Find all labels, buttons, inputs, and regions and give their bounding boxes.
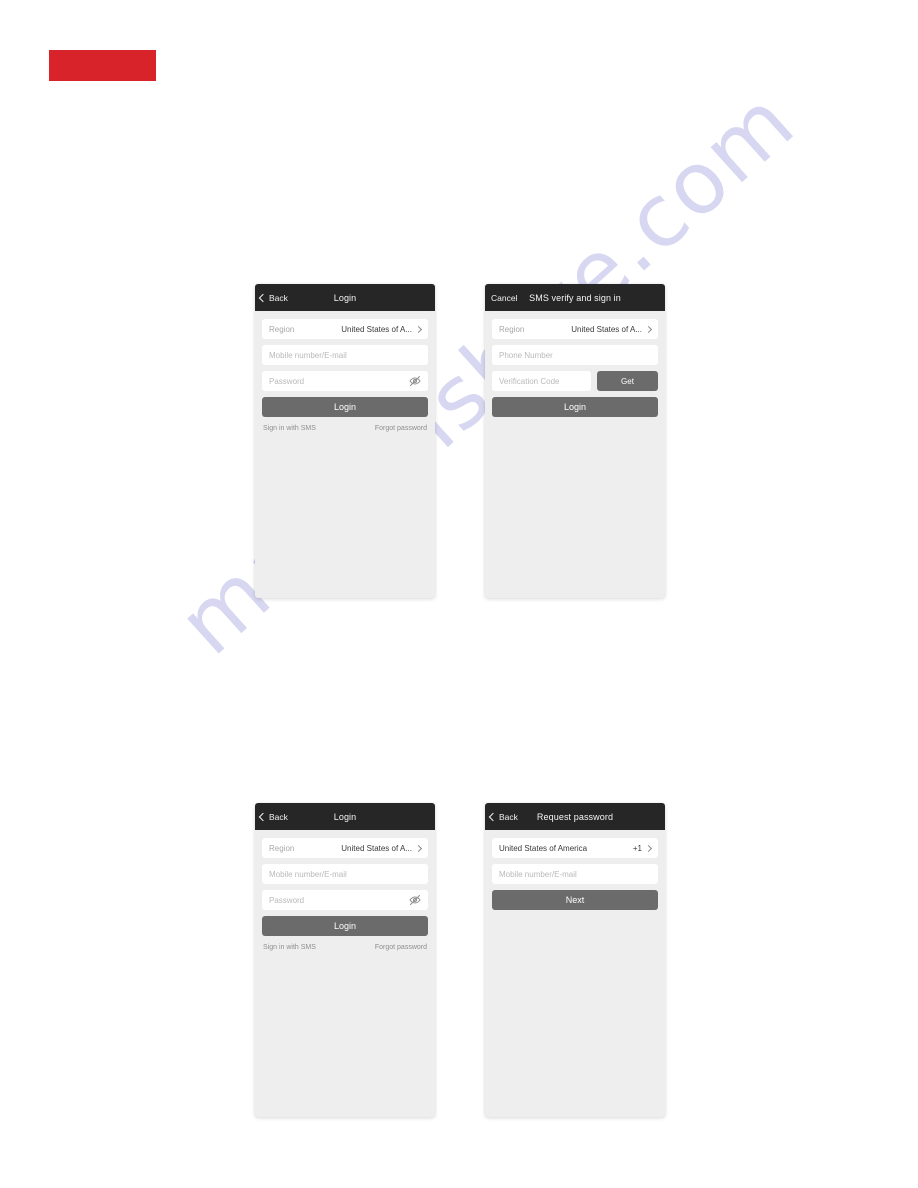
password-input[interactable]: Password [262,371,428,391]
account-placeholder: Mobile number/E-mail [499,869,577,879]
back-button-label: Back [499,811,518,822]
back-button-label: Back [269,811,288,822]
password-input[interactable]: Password [262,890,428,910]
nav-bar: Back Login [255,803,435,830]
chevron-left-icon [258,812,268,821]
login-button[interactable]: Login [492,397,658,417]
back-button[interactable]: Back [488,811,518,822]
phone-screen-sms-verify: Cancel SMS verify and sign in Region Uni… [485,284,665,598]
get-code-button[interactable]: Get [597,371,658,391]
account-input[interactable]: Mobile number/E-mail [492,864,658,884]
chevron-right-icon [414,325,423,333]
back-button[interactable]: Back [258,811,288,822]
password-placeholder: Password [269,895,305,905]
sign-in-with-sms-link[interactable]: Sign in with SMS [263,944,316,951]
chevron-left-icon [258,293,268,302]
region-label: Region [269,324,295,334]
cancel-button[interactable]: Cancel [491,293,517,303]
nav-bar: Back Request password [485,803,665,830]
cancel-button-label: Cancel [491,292,518,303]
screen-body: Region United States of A... Mobile numb… [255,311,435,432]
region-value-wrap: United States of A... [341,843,423,853]
sign-in-with-sms-link[interactable]: Sign in with SMS [263,425,316,432]
region-selector[interactable]: Region United States of A... [492,319,658,339]
region-value: United States of A... [341,843,412,853]
nav-bar: Cancel SMS verify and sign in [485,284,665,311]
region-label: Region [499,324,525,334]
screen-body: Region United States of A... Phone Numbe… [485,311,665,417]
login-button[interactable]: Login [262,397,428,417]
region-selector[interactable]: Region United States of A... [262,319,428,339]
country-name: United States of America [499,843,588,853]
chevron-right-icon [414,844,423,852]
account-placeholder: Mobile number/E-mail [269,350,347,360]
region-value-wrap: United States of A... [571,324,653,334]
links-row: Sign in with SMS Forgot password [262,423,428,432]
screen-body: Region United States of A... Mobile numb… [255,830,435,951]
country-selector[interactable]: United States of America +1 [492,838,658,858]
region-label: Region [269,843,295,853]
phone-number-input[interactable]: Phone Number [492,345,658,365]
chevron-left-icon [488,812,498,821]
next-button[interactable]: Next [492,890,658,910]
region-value: United States of A... [341,324,412,334]
country-code-wrap: +1 [632,843,653,853]
country-dial-code: +1 [632,843,642,853]
phone-screen-login-bottom: Back Login Region United States of A... … [255,803,435,1117]
phone-screen-login-top: Back Login Region United States of A... … [255,284,435,598]
chevron-right-icon [644,325,653,333]
login-button[interactable]: Login [262,916,428,936]
phone-number-placeholder: Phone Number [499,350,553,360]
account-placeholder: Mobile number/E-mail [269,869,347,879]
phone-screen-request-password: Back Request password United States of A… [485,803,665,1117]
brand-logo-block [49,50,156,81]
verification-code-placeholder: Verification Code [499,376,560,386]
account-input[interactable]: Mobile number/E-mail [262,864,428,884]
account-input[interactable]: Mobile number/E-mail [262,345,428,365]
eye-slash-icon[interactable] [409,375,421,387]
links-row: Sign in with SMS Forgot password [262,942,428,951]
back-button-label: Back [269,292,288,303]
password-placeholder: Password [269,376,305,386]
region-value: United States of A... [571,324,642,334]
chevron-right-icon [644,844,653,852]
forgot-password-link[interactable]: Forgot password [375,944,427,951]
region-selector[interactable]: Region United States of A... [262,838,428,858]
verification-code-input[interactable]: Verification Code [492,371,591,391]
eye-slash-icon[interactable] [409,894,421,906]
back-button[interactable]: Back [258,292,288,303]
screen-body: United States of America +1 Mobile numbe… [485,830,665,910]
verification-row: Verification Code Get [492,371,658,391]
nav-bar: Back Login [255,284,435,311]
region-value-wrap: United States of A... [341,324,423,334]
forgot-password-link[interactable]: Forgot password [375,425,427,432]
